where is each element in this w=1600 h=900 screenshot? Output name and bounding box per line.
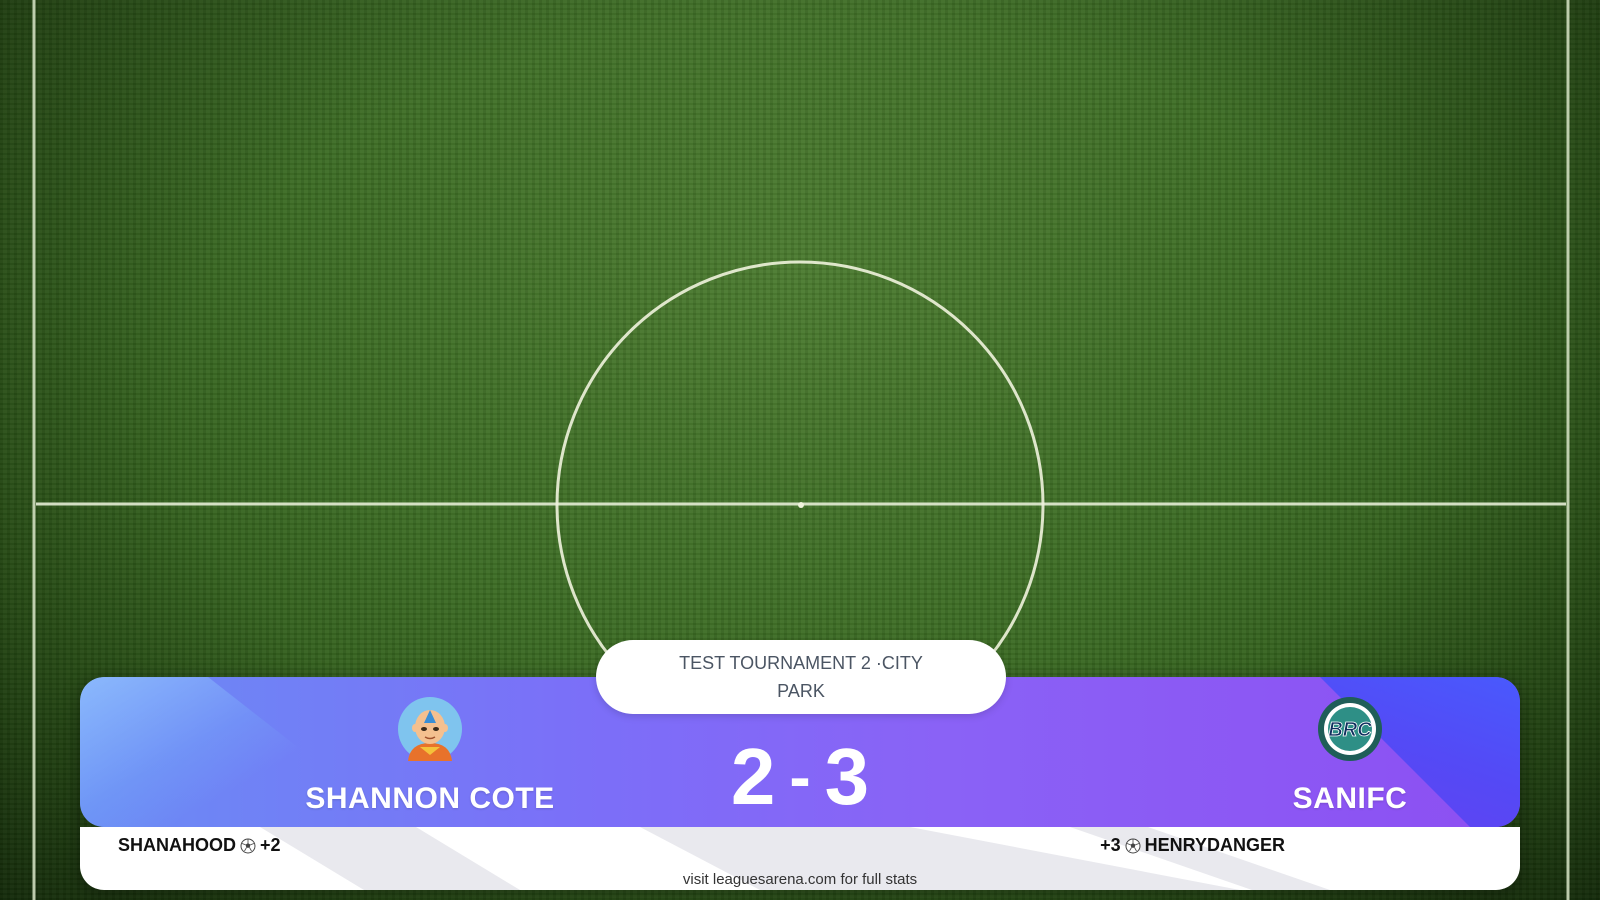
score-separator: - [789,741,811,813]
home-scorer-name: SHANAHOOD [118,835,237,855]
avatar-cartoon-monk-icon [398,697,462,761]
soccer-ball-icon [1125,838,1141,854]
tournament-badge: TEST TOURNAMENT 2 ·CITY PARK [596,640,1006,714]
away-goal-scorer: +3 HENRYDANGER [1100,835,1285,856]
away-score: 3 [824,732,870,821]
soccer-ball-icon [240,838,256,854]
away-team-name: SANIFC [1292,782,1408,815]
stats-link[interactable]: visit leaguesarena.com for full stats [80,871,1520,888]
center-spot [798,502,804,508]
tournament-label: TEST TOURNAMENT 2 ·CITY PARK [679,653,923,701]
away-team[interactable]: BRC SANIFC [1150,677,1520,827]
home-scorer-goals: +2 [260,835,281,855]
brc-club-crest-icon: BRC [1318,697,1382,761]
away-scorer-name: HENRYDANGER [1144,835,1285,855]
home-goal-scorer: SHANAHOOD +2 [118,835,281,856]
away-scorer-goals: +3 [1100,835,1121,855]
home-team-name: SHANNON COTE [305,782,555,815]
home-score: 2 [730,732,776,821]
svg-text:BRC: BRC [1328,719,1372,741]
home-team[interactable]: SHANNON COTE [230,677,630,827]
match-score: 2 - 3 [600,727,1000,827]
